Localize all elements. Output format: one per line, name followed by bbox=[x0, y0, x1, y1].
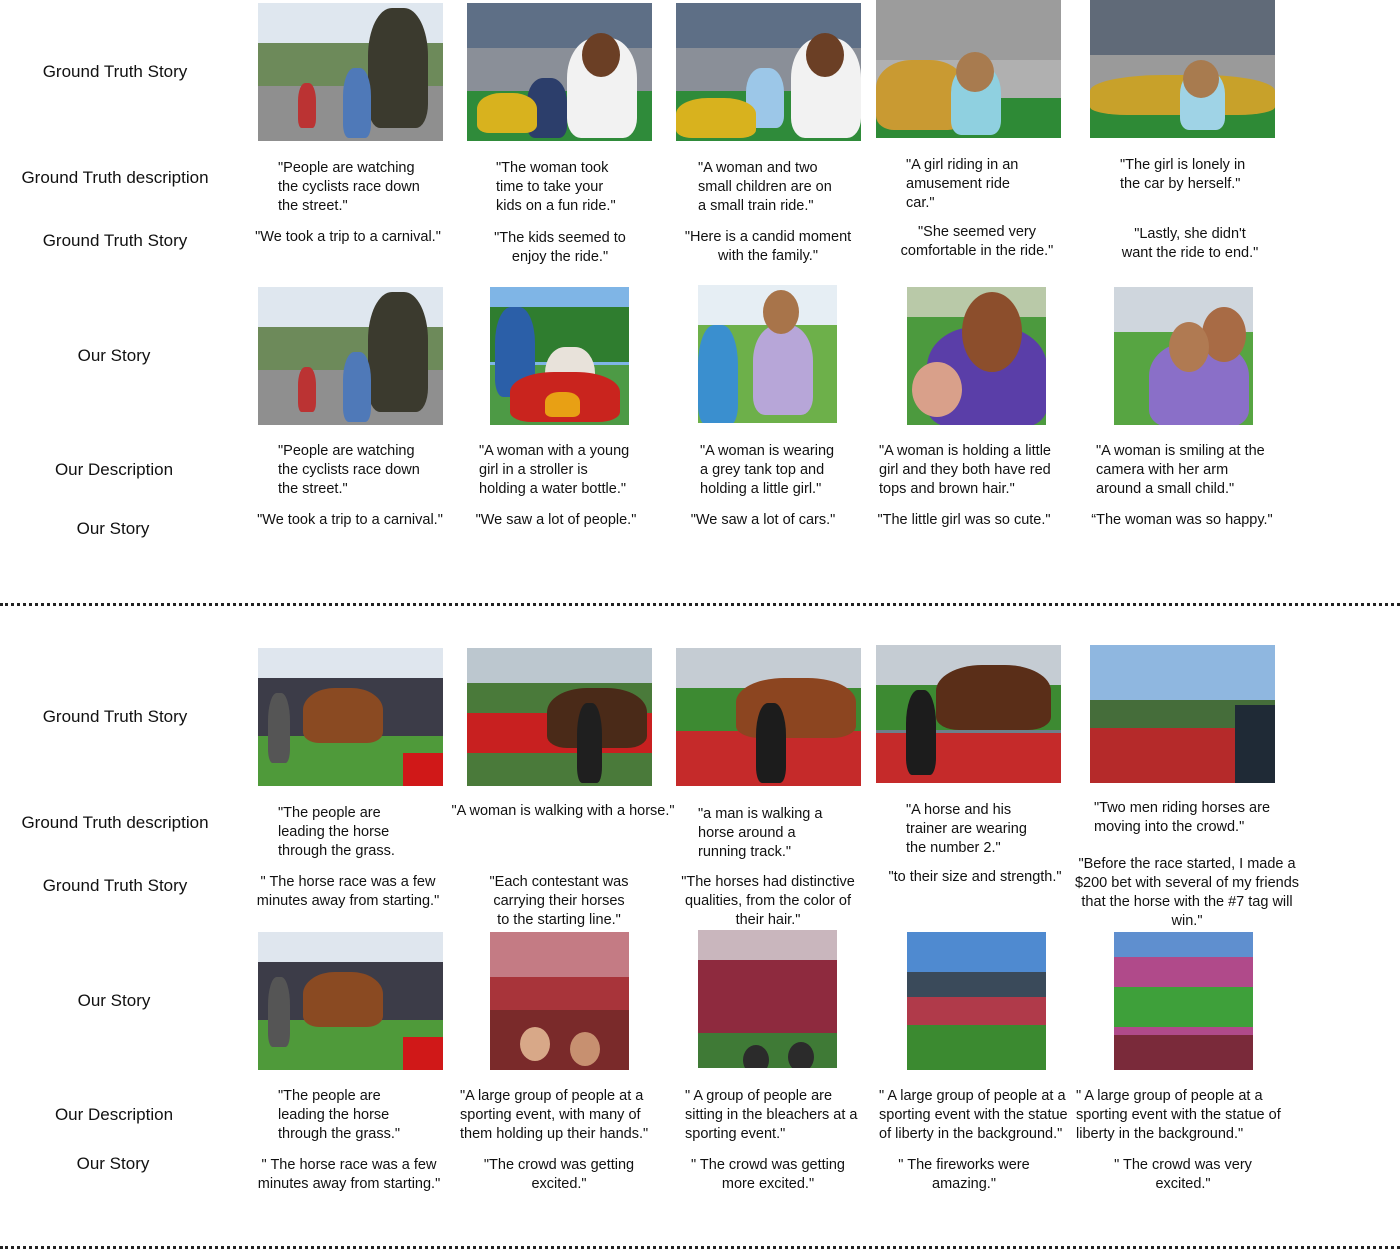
our-story-5: “The woman was so happy." bbox=[1091, 512, 1273, 528]
our-story-1: "We took a trip to a carnival." bbox=[257, 512, 443, 528]
label-our-description: Our Description bbox=[54, 1105, 174, 1124]
gt-story-4: "to their size and strength." bbox=[888, 869, 1062, 885]
our-story-1: " The horse race was a few minutes away … bbox=[257, 1157, 441, 1192]
our-description-4: " A large group of people at a sporting … bbox=[879, 1088, 1068, 1142]
our-description-5: "A woman is smiling at the camera with h… bbox=[1096, 443, 1265, 497]
label-ground-truth-story-2: Ground Truth Story bbox=[42, 876, 188, 895]
girl-alone-ride-photo bbox=[1090, 0, 1275, 138]
gt-story-4: "She seemed very comfortable in the ride… bbox=[900, 224, 1054, 259]
woman-holding-girl-photo bbox=[698, 285, 837, 423]
our-description-2: "A large group of people at a sporting e… bbox=[460, 1088, 649, 1142]
horse-paddock-photo bbox=[258, 648, 443, 786]
man-horse-track-photo bbox=[676, 648, 861, 786]
gt-story-3: "Here is a candid moment with the family… bbox=[684, 229, 852, 264]
label-our-story-2: Our Story bbox=[76, 519, 150, 538]
gt-story-3: "The horses had distinctive qualities, f… bbox=[681, 874, 855, 928]
woman-walking-horse-photo bbox=[467, 648, 652, 786]
horse-number-2-photo bbox=[876, 645, 1061, 783]
horse-paddock-photo bbox=[258, 932, 443, 1070]
gt-description-1: "People are watching the cyclists race d… bbox=[278, 160, 420, 214]
section-divider-2 bbox=[0, 1246, 1400, 1249]
label-ground-truth-story: Ground Truth Story bbox=[42, 707, 188, 726]
gt-description-5: "Two men riding horses are moving into t… bbox=[1094, 800, 1271, 835]
label-ground-truth-story: Ground Truth Story bbox=[42, 62, 188, 81]
gt-story-2: "The kids seemed to enjoy the ride." bbox=[494, 230, 626, 265]
woman-child-smiling-photo bbox=[1114, 287, 1253, 425]
label-our-story: Our Story bbox=[77, 346, 151, 365]
gt-description-3: "A woman and two small children are on a… bbox=[698, 160, 832, 214]
our-story-3: "We saw a lot of cars." bbox=[690, 512, 836, 528]
woman-kids-ride-photo bbox=[467, 3, 652, 141]
riders-crowd-photo bbox=[1090, 645, 1275, 783]
gt-story-2: "Each contestant was carrying their hors… bbox=[489, 874, 629, 928]
girl-ride-car-photo bbox=[876, 0, 1061, 138]
gt-story-5: "Lastly, she didn't want the ride to end… bbox=[1121, 226, 1259, 261]
our-description-5: " A large group of people at a sporting … bbox=[1076, 1088, 1281, 1142]
our-story-2: "The crowd was getting excited." bbox=[483, 1157, 635, 1192]
stadium-city-photo bbox=[907, 932, 1046, 1070]
label-our-story: Our Story bbox=[77, 991, 151, 1010]
stadium-crowd-field-photo bbox=[1114, 932, 1253, 1070]
our-story-5: " The crowd was very excited." bbox=[1114, 1157, 1252, 1192]
gt-story-5: "Before the race started, I made a $200 … bbox=[1074, 856, 1300, 929]
label-ground-truth-description: Ground Truth description bbox=[21, 168, 209, 187]
stadium-crowd-hands-photo bbox=[490, 932, 629, 1070]
label-our-description: Our Description bbox=[54, 460, 174, 479]
our-description-2: "A woman with a young girl in a stroller… bbox=[479, 443, 630, 497]
gt-description-3: "a man is walking a horse around a runni… bbox=[698, 806, 823, 860]
our-description-4: "A woman is holding a little girl and th… bbox=[879, 443, 1051, 497]
our-description-1: "People are watching the cyclists race d… bbox=[278, 443, 420, 497]
gt-description-4: "A girl riding in an amusement ride car.… bbox=[906, 157, 1019, 211]
cyclists-street-photo bbox=[258, 3, 443, 141]
gt-description-2: "A woman is walking with a horse." bbox=[451, 803, 675, 819]
our-story-2: "We saw a lot of people." bbox=[475, 512, 637, 528]
woman-girl-red-tops-photo bbox=[907, 287, 1046, 425]
label-our-story-2: Our Story bbox=[76, 1154, 150, 1173]
section-divider-1 bbox=[0, 603, 1400, 606]
woman-girl-stroller-photo bbox=[490, 287, 629, 425]
label-ground-truth-description: Ground Truth description bbox=[21, 813, 209, 832]
gt-description-2: "The woman took time to take your kids o… bbox=[496, 160, 616, 214]
family-train-ride-photo bbox=[676, 3, 861, 141]
gt-story-1: " The horse race was a few minutes away … bbox=[256, 874, 440, 909]
gt-description-5: "The girl is lonely in the car by hersel… bbox=[1120, 157, 1246, 192]
our-story-4: " The fireworks were amazing." bbox=[898, 1157, 1030, 1192]
our-story-4: "The little girl was so cute." bbox=[877, 512, 1051, 528]
cyclists-street-photo bbox=[258, 287, 443, 425]
gt-story-1: "We took a trip to a carnival." bbox=[255, 229, 441, 245]
bleachers-crowd-photo bbox=[698, 930, 837, 1068]
label-ground-truth-story-2: Ground Truth Story bbox=[42, 231, 188, 250]
